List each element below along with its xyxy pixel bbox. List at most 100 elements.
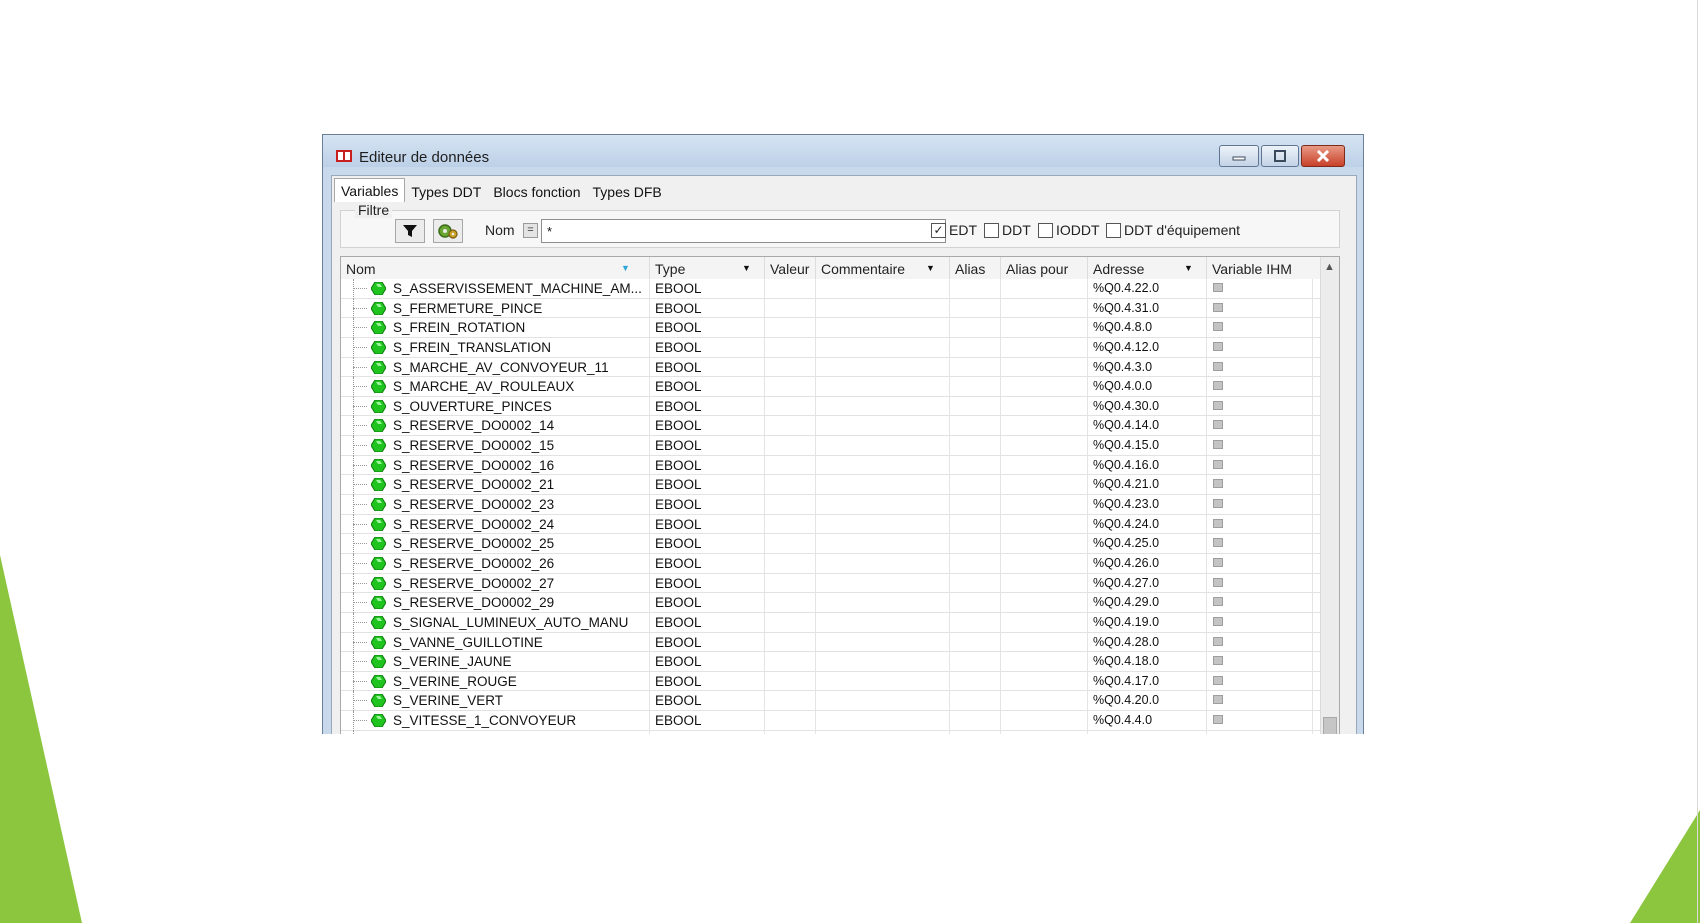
- cell-type[interactable]: EBOOL: [650, 534, 765, 554]
- cell-variable-ihm[interactable]: [1207, 553, 1313, 574]
- cell-adresse[interactable]: %Q0.4.12.0: [1088, 337, 1207, 358]
- minimize-button[interactable]: [1219, 145, 1259, 167]
- cell-type[interactable]: EBOOL: [650, 652, 765, 672]
- cell-variable-ihm[interactable]: [1207, 318, 1313, 338]
- column-header-type[interactable]: Type ▼: [650, 257, 765, 279]
- vertical-scrollbar[interactable]: ▲: [1320, 257, 1339, 734]
- table-row[interactable]: S_RESERVE_DO0002_14 EBOOL %Q0.4.14.0: [341, 416, 1321, 437]
- cell-type[interactable]: EBOOL: [650, 632, 765, 653]
- cell-nom[interactable]: S_RESERVE_DO0002_29: [341, 593, 650, 613]
- cell-alias-pour[interactable]: [1001, 279, 1088, 299]
- cell-commentaire[interactable]: [816, 396, 950, 417]
- cell-alias[interactable]: [950, 553, 1001, 574]
- cell-valeur[interactable]: [765, 475, 816, 496]
- cell-commentaire[interactable]: [816, 553, 950, 574]
- cell-type[interactable]: EBOOL: [650, 495, 765, 515]
- cell-type[interactable]: EBOOL: [650, 691, 765, 712]
- table-row[interactable]: S_RESERVE_DO0002_27 EBOOL %Q0.4.27.0: [341, 573, 1321, 594]
- cell-valeur[interactable]: [765, 652, 816, 672]
- table-row[interactable]: S_MARCHE_AV_CONVOYEUR_11 EBOOL %Q0.4.3.0: [341, 357, 1321, 378]
- cell-adresse[interactable]: %Q0.4.15.0: [1088, 436, 1207, 456]
- cell-valeur[interactable]: [765, 711, 816, 731]
- cell-adresse[interactable]: %Q0.4.31.0: [1088, 298, 1207, 319]
- cell-variable-ihm[interactable]: [1207, 337, 1313, 358]
- cell-valeur[interactable]: [765, 416, 816, 437]
- cell-variable-ihm[interactable]: [1207, 573, 1313, 594]
- cell-valeur[interactable]: [765, 455, 816, 476]
- cell-commentaire[interactable]: [816, 514, 950, 535]
- cell-alias[interactable]: [950, 436, 1001, 456]
- cell-commentaire[interactable]: [816, 455, 950, 476]
- cell-adresse[interactable]: %Q0.4.24.0: [1088, 514, 1207, 535]
- cell-type[interactable]: EBOOL: [650, 671, 765, 692]
- cell-adresse[interactable]: %Q0.4.27.0: [1088, 573, 1207, 594]
- cell-type[interactable]: EBOOL: [650, 318, 765, 338]
- cell-commentaire[interactable]: [816, 298, 950, 319]
- table-row[interactable]: S_SIGNAL_LUMINEUX_AUTO_MANU EBOOL %Q0.4.19…: [341, 612, 1321, 633]
- table-row[interactable]: S_VITESSE_1_CONVOYEUR EBOOL %Q0.4.4.0: [341, 711, 1321, 731]
- cell-commentaire[interactable]: [816, 475, 950, 496]
- column-header-valeur[interactable]: Valeur: [765, 257, 816, 279]
- table-row[interactable]: S_ASSERVISSEMENT_MACHINE_AM... EBOOL %Q0.4…: [341, 279, 1321, 299]
- cell-adresse[interactable]: %Q0.4.19.0: [1088, 612, 1207, 633]
- cell-variable-ihm[interactable]: [1207, 495, 1313, 515]
- cell-alias-pour[interactable]: [1001, 495, 1088, 515]
- cell-alias[interactable]: [950, 730, 1001, 734]
- cell-adresse[interactable]: %Q0.4.25.0: [1088, 534, 1207, 554]
- cell-type[interactable]: EBOOL: [650, 416, 765, 437]
- column-header-variable-ihm[interactable]: Variable IHM: [1207, 257, 1321, 279]
- ihm-checkbox[interactable]: [1213, 538, 1223, 548]
- cell-alias-pour[interactable]: [1001, 514, 1088, 535]
- checkbox-ioddt-box[interactable]: [1038, 222, 1053, 238]
- cell-alias[interactable]: [950, 534, 1001, 554]
- cell-type[interactable]: EBOOL: [650, 337, 765, 358]
- cell-variable-ihm[interactable]: [1207, 396, 1313, 417]
- column-header-commentaire[interactable]: Commentaire ▼: [816, 257, 950, 279]
- cell-adresse[interactable]: %Q0.4.21.0: [1088, 475, 1207, 496]
- table-row[interactable]: S_RESERVE_DO0002_25 EBOOL %Q0.4.25.0: [341, 534, 1321, 554]
- cell-commentaire[interactable]: [816, 573, 950, 594]
- cell-valeur[interactable]: [765, 495, 816, 515]
- cell-adresse[interactable]: %Q0.4.17.0: [1088, 671, 1207, 692]
- cell-adresse[interactable]: %Q0.4.23.0: [1088, 495, 1207, 515]
- cell-alias-pour[interactable]: [1001, 436, 1088, 456]
- cell-alias[interactable]: [950, 593, 1001, 613]
- cell-adresse[interactable]: %Q0.4.8.0: [1088, 318, 1207, 338]
- cell-commentaire[interactable]: [816, 691, 950, 712]
- cell-nom[interactable]: S_VERINE_VERT: [341, 691, 650, 712]
- ihm-checkbox[interactable]: [1213, 283, 1223, 292]
- cell-nom[interactable]: S_ASSERVISSEMENT_MACHINE_AM...: [341, 279, 650, 299]
- table-row[interactable]: S_RESERVE_DO0002_16 EBOOL %Q0.4.16.0: [341, 455, 1321, 476]
- table-row[interactable]: S_RESERVE_DO0002_26 EBOOL %Q0.4.26.0: [341, 553, 1321, 574]
- column-header-adresse[interactable]: Adresse ▼: [1088, 257, 1207, 279]
- cell-nom[interactable]: S_RESERVE_DO0002_24: [341, 514, 650, 535]
- cell-alias-pour[interactable]: [1001, 298, 1088, 319]
- cell-alias-pour[interactable]: [1001, 416, 1088, 437]
- cell-nom[interactable]: S_RESERVE_DO0002_16: [341, 455, 650, 476]
- cell-variable-ihm[interactable]: [1207, 455, 1313, 476]
- cell-commentaire[interactable]: [816, 632, 950, 653]
- cell-valeur[interactable]: [765, 357, 816, 378]
- cell-adresse[interactable]: %Q0.4.20.0: [1088, 691, 1207, 712]
- tab-variables[interactable]: Variables: [334, 178, 406, 202]
- cell-nom[interactable]: S_VANNE_GUILLOTINE: [341, 632, 650, 653]
- cell-alias[interactable]: [950, 396, 1001, 417]
- cell-nom[interactable]: S_RESERVE_DO0002_26: [341, 553, 650, 574]
- cell-alias[interactable]: [950, 691, 1001, 712]
- cell-adresse[interactable]: %Q0.4.16.0: [1088, 455, 1207, 476]
- ihm-checkbox[interactable]: [1213, 597, 1223, 607]
- ihm-checkbox[interactable]: [1213, 381, 1223, 391]
- cell-nom[interactable]: S_VERINE_ROUGE: [341, 671, 650, 692]
- cell-valeur[interactable]: [765, 534, 816, 554]
- ihm-checkbox[interactable]: [1213, 715, 1223, 725]
- cell-adresse[interactable]: %Q0.4.3.0: [1088, 357, 1207, 378]
- cell-type[interactable]: EBOOL: [650, 573, 765, 594]
- cell-variable-ihm[interactable]: [1207, 652, 1313, 672]
- filter-settings-button[interactable]: [433, 219, 463, 243]
- cell-nom[interactable]: S_SIGNAL_LUMINEUX_AUTO_MANU: [341, 612, 650, 633]
- cell-alias[interactable]: [950, 573, 1001, 594]
- cell-variable-ihm[interactable]: [1207, 357, 1313, 378]
- cell-commentaire[interactable]: [816, 357, 950, 378]
- cell-variable-ihm[interactable]: [1207, 514, 1313, 535]
- cell-alias-pour[interactable]: [1001, 534, 1088, 554]
